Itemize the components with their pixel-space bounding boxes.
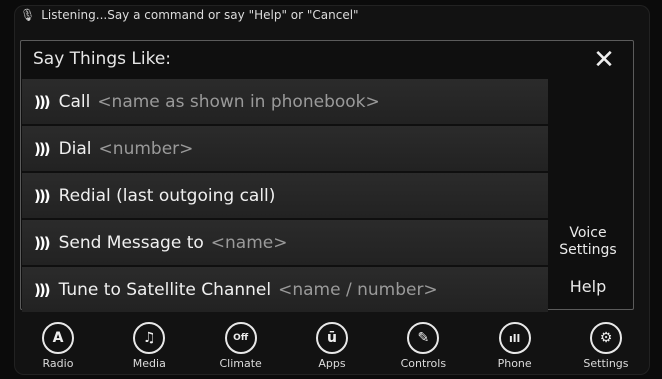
help-button[interactable]: Help xyxy=(551,277,625,296)
command-row-send-message[interactable]: ))) Send Message to <name> xyxy=(22,220,548,265)
climate-off-icon: Off xyxy=(224,322,257,354)
dock-label: Media xyxy=(132,357,166,370)
dock-item-radio[interactable]: A Radio xyxy=(22,322,94,375)
gear-icon: ⚙ xyxy=(589,322,622,354)
command-text: Send Message to xyxy=(58,232,204,253)
bottom-dock: A Radio ♫ Media Off Climate ū Apps ✎ Con… xyxy=(14,322,650,375)
voice-settings-button[interactable]: Voice Settings xyxy=(551,225,625,259)
voice-settings-label-line2: Settings xyxy=(559,242,617,258)
dock-label: Phone xyxy=(497,357,532,370)
dock-item-controls[interactable]: ✎ Controls xyxy=(387,322,459,375)
dock-label: Climate xyxy=(219,357,262,370)
command-row-call[interactable]: ))) Call <name as shown in phonebook> xyxy=(22,79,548,124)
command-hint: <number> xyxy=(98,138,194,159)
apps-icon: ū xyxy=(315,322,348,354)
command-row-redial[interactable]: ))) Redial (last outgoing call) xyxy=(22,173,548,218)
command-row-dial[interactable]: ))) Dial <number> xyxy=(22,126,548,171)
music-note-icon: ♫ xyxy=(133,322,166,354)
voice-command-panel: Say Things Like: ✕ ))) Call <name as sho… xyxy=(20,40,634,312)
command-text: Call xyxy=(58,91,91,112)
wrench-icon: ✎ xyxy=(407,322,440,354)
radio-icon: A xyxy=(42,322,74,354)
microphone-icon: 🎙 xyxy=(20,8,36,22)
dock-item-apps[interactable]: ū Apps xyxy=(296,322,368,375)
dock-label: Apps xyxy=(318,357,346,370)
command-hint: <name / number> xyxy=(278,279,438,300)
voice-settings-label-line1: Voice xyxy=(569,225,607,241)
dock-item-climate[interactable]: Off Climate xyxy=(205,322,277,375)
voice-status-text: Listening...Say a command or say "Help" … xyxy=(41,8,359,22)
voice-wave-icon: ))) xyxy=(34,139,51,158)
dock-label: Controls xyxy=(400,357,447,370)
voice-wave-icon: ))) xyxy=(34,92,51,111)
command-list: ))) Call <name as shown in phonebook> ))… xyxy=(22,79,548,314)
panel-title: Say Things Like: xyxy=(33,49,172,69)
dock-item-phone[interactable]: ıll Phone xyxy=(479,322,551,375)
command-text: Dial xyxy=(58,138,92,159)
dock-label: Radio xyxy=(42,357,74,370)
command-text: Tune to Satellite Channel xyxy=(58,279,272,300)
command-row-tune-satellite[interactable]: ))) Tune to Satellite Channel <name / nu… xyxy=(22,267,548,312)
voice-wave-icon: ))) xyxy=(34,280,51,299)
voice-wave-icon: ))) xyxy=(34,233,51,252)
command-text: Redial (last outgoing call) xyxy=(58,185,276,206)
dock-label: Settings xyxy=(583,357,629,370)
dock-item-settings[interactable]: ⚙ Settings xyxy=(570,322,642,375)
voice-wave-icon: ))) xyxy=(34,186,51,205)
phone-signal-icon: ıll xyxy=(498,322,531,354)
command-hint: <name> xyxy=(210,232,288,253)
voice-status-bar: 🎙 Listening...Say a command or say "Help… xyxy=(20,4,359,26)
command-hint: <name as shown in phonebook> xyxy=(97,91,380,112)
dock-item-media[interactable]: ♫ Media xyxy=(113,322,185,375)
close-icon[interactable]: ✕ xyxy=(589,45,619,75)
